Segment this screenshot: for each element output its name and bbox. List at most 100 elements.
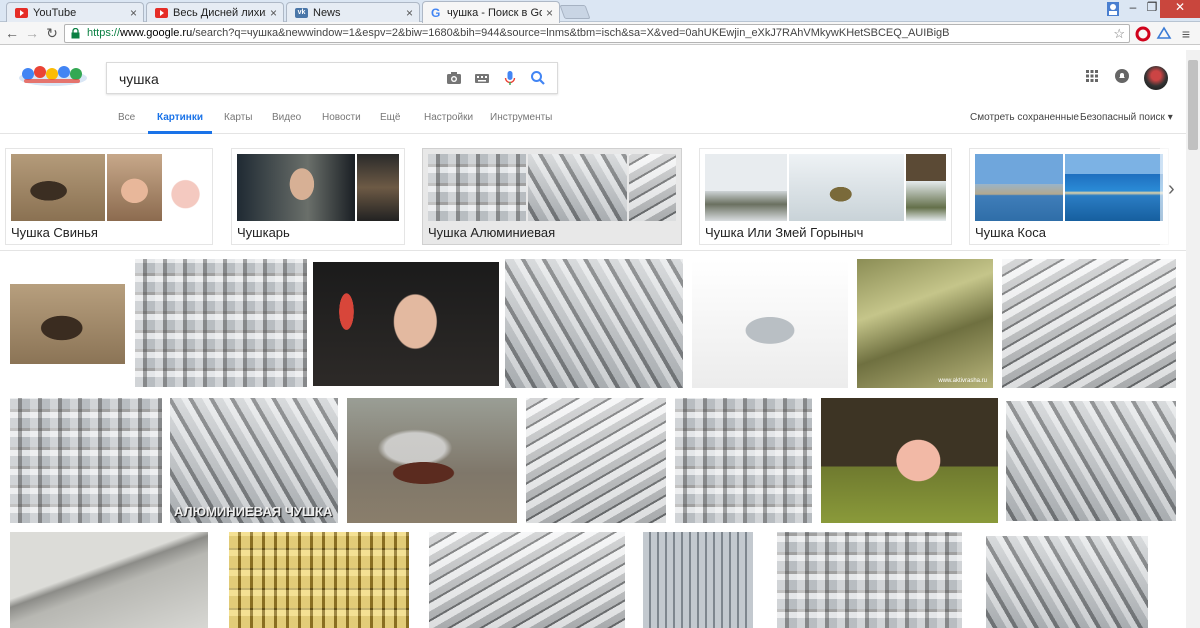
google-doodle-logo[interactable] [18,64,88,86]
image-result-olive-ingots[interactable]: www.aktivrasha.ru [857,259,993,388]
address-bar[interactable]: https://www.google.ru/search?q=чушка&new… [64,24,1130,43]
close-window-icon[interactable]: ✕ [1160,0,1200,18]
browser-tab-youtube[interactable]: YouTube × [6,2,144,22]
chip-image [628,154,676,221]
close-tab-icon[interactable]: × [130,6,137,20]
active-tab-underline [148,131,212,134]
microphone-icon[interactable] [501,69,519,87]
image-result-ingots-warehouse[interactable] [135,259,307,387]
chip-label: Чушка Алюминиевая [428,225,556,240]
image-result-ingot-pallet[interactable] [1002,259,1176,388]
image-result-stacked-ingots[interactable] [526,398,666,523]
opera-extension-icon[interactable] [1135,26,1151,42]
tab-news[interactable]: Новости [322,112,361,123]
vk-icon: vk [295,7,308,18]
search-box[interactable]: чушка [106,62,558,94]
image-result-ingot-stack-3[interactable] [986,536,1148,628]
scrollbar-thumb[interactable] [1188,60,1198,150]
related-chip-aluminum[interactable]: Чушка Алюминиевая [422,148,682,245]
notifications-icon[interactable] [1114,68,1130,84]
youtube-icon [15,7,28,18]
image-result-aluminum-pig[interactable]: АЛЮМИНИЕВАЯ ЧУШКА [170,398,338,523]
image-result-piglet[interactable] [821,398,998,523]
tab-more[interactable]: Ещё [380,112,400,123]
close-tab-icon[interactable]: × [270,6,277,20]
reload-icon[interactable]: ↻ [44,25,60,42]
close-tab-icon[interactable]: × [546,6,553,20]
image-result-single-ingot[interactable] [692,260,848,388]
browser-tab-disney[interactable]: Весь Дисней лихих 90-х × [146,2,284,22]
tab-maps[interactable]: Карты [224,112,253,123]
chevron-down-icon: ▾ [1167,112,1173,123]
section-divider [0,250,1200,251]
image-result-man-portrait[interactable] [313,262,499,386]
browser-tab-bar: YouTube × Весь Дисней лихих 90-х × vk Ne… [0,0,1200,23]
forward-arrow-icon[interactable]: → [24,25,40,41]
youtube-icon [155,7,168,18]
new-tab-button[interactable] [559,5,591,19]
chip-image [357,154,399,221]
image-result-ingot-warehouse-2[interactable] [777,532,962,628]
browser-tab-google-active[interactable]: G чушка - Поиск в Google × [422,1,560,23]
chip-image [975,154,1064,221]
image-result-ingot-rows[interactable] [675,398,812,523]
chip-image [528,154,627,221]
minimize-icon[interactable]: – [1124,0,1142,18]
image-result-boar[interactable] [10,284,125,364]
tab-settings[interactable]: Настройки [424,112,473,123]
tab-tools[interactable]: Инструменты [490,112,552,123]
image-result-ingot-tower[interactable] [643,532,753,628]
tab-video[interactable]: Видео [272,112,301,123]
chevron-right-icon: › [1168,178,1175,200]
keyboard-icon[interactable] [473,69,491,87]
saved-images-link[interactable]: Смотреть сохраненные [970,112,1079,123]
page-scrollbar[interactable] [1186,50,1200,628]
browser-tab-news[interactable]: vk News × [286,2,420,22]
image-watermark: www.aktivrasha.ru [938,378,987,384]
chip-label: Чушка Свинья [11,225,98,240]
search-tabs-row: Все Картинки Карты Видео Новости Ещё Нас… [0,108,1200,134]
image-result-ingot-pile[interactable] [429,532,625,628]
bookmark-star-icon[interactable]: ☆ [1113,25,1125,42]
chip-image [428,154,527,221]
apps-grid-icon[interactable] [1084,68,1100,84]
safe-search-dropdown[interactable]: Безопасный поиск ▾ [1080,112,1173,123]
search-icon[interactable] [529,69,547,87]
restore-icon[interactable]: ❐ [1144,0,1160,18]
tab-all[interactable]: Все [118,112,135,123]
user-profile-icon[interactable] [1104,0,1122,18]
tab-title: News [313,6,341,19]
url-path: /search?q=чушка&newwindow=1&espv=2&biw=1… [192,27,950,39]
related-chip-chushkar[interactable]: Чушкарь [231,148,405,245]
lock-icon [71,28,80,39]
camera-icon[interactable] [445,69,463,87]
related-chip-pig[interactable]: Чушка Свинья [5,148,213,245]
drive-extension-icon[interactable] [1156,26,1172,42]
tab-title: чушка - Поиск в Google [447,6,542,19]
tab-title: Весь Дисней лихих 90-х [173,6,266,19]
tab-images[interactable]: Картинки [157,112,203,123]
browser-toolbar: ← → ↻ https://www.google.ru/search?q=чуш… [0,22,1200,45]
chip-image [163,154,208,221]
image-result-long-ingot[interactable] [10,532,208,628]
safe-search-label: Безопасный поиск [1080,112,1165,123]
related-chip-gorynych[interactable]: Чушка Или Змей Горыныч [699,148,952,245]
chip-image [107,154,162,221]
image-result-ingot-bundles[interactable] [1006,401,1176,521]
menu-icon[interactable]: ≡ [1178,26,1194,42]
search-input[interactable]: чушка [119,71,159,87]
chip-image [906,154,946,221]
chip-image [237,154,355,221]
related-chip-spit[interactable]: Чушка Коса [969,148,1169,245]
back-arrow-icon[interactable]: ← [4,25,20,41]
chip-label: Чушка Коса [975,225,1046,240]
image-result-ingot-stacks[interactable] [505,259,683,388]
close-tab-icon[interactable]: × [406,6,413,20]
chip-image [1065,154,1163,221]
image-result-gold-ingots[interactable] [229,532,409,628]
account-avatar[interactable] [1144,66,1168,90]
image-result-ingots-blocks[interactable] [10,398,162,523]
chips-next-button[interactable]: › [1160,142,1188,246]
chip-image [705,154,787,221]
image-result-roast-pig[interactable] [347,398,517,523]
